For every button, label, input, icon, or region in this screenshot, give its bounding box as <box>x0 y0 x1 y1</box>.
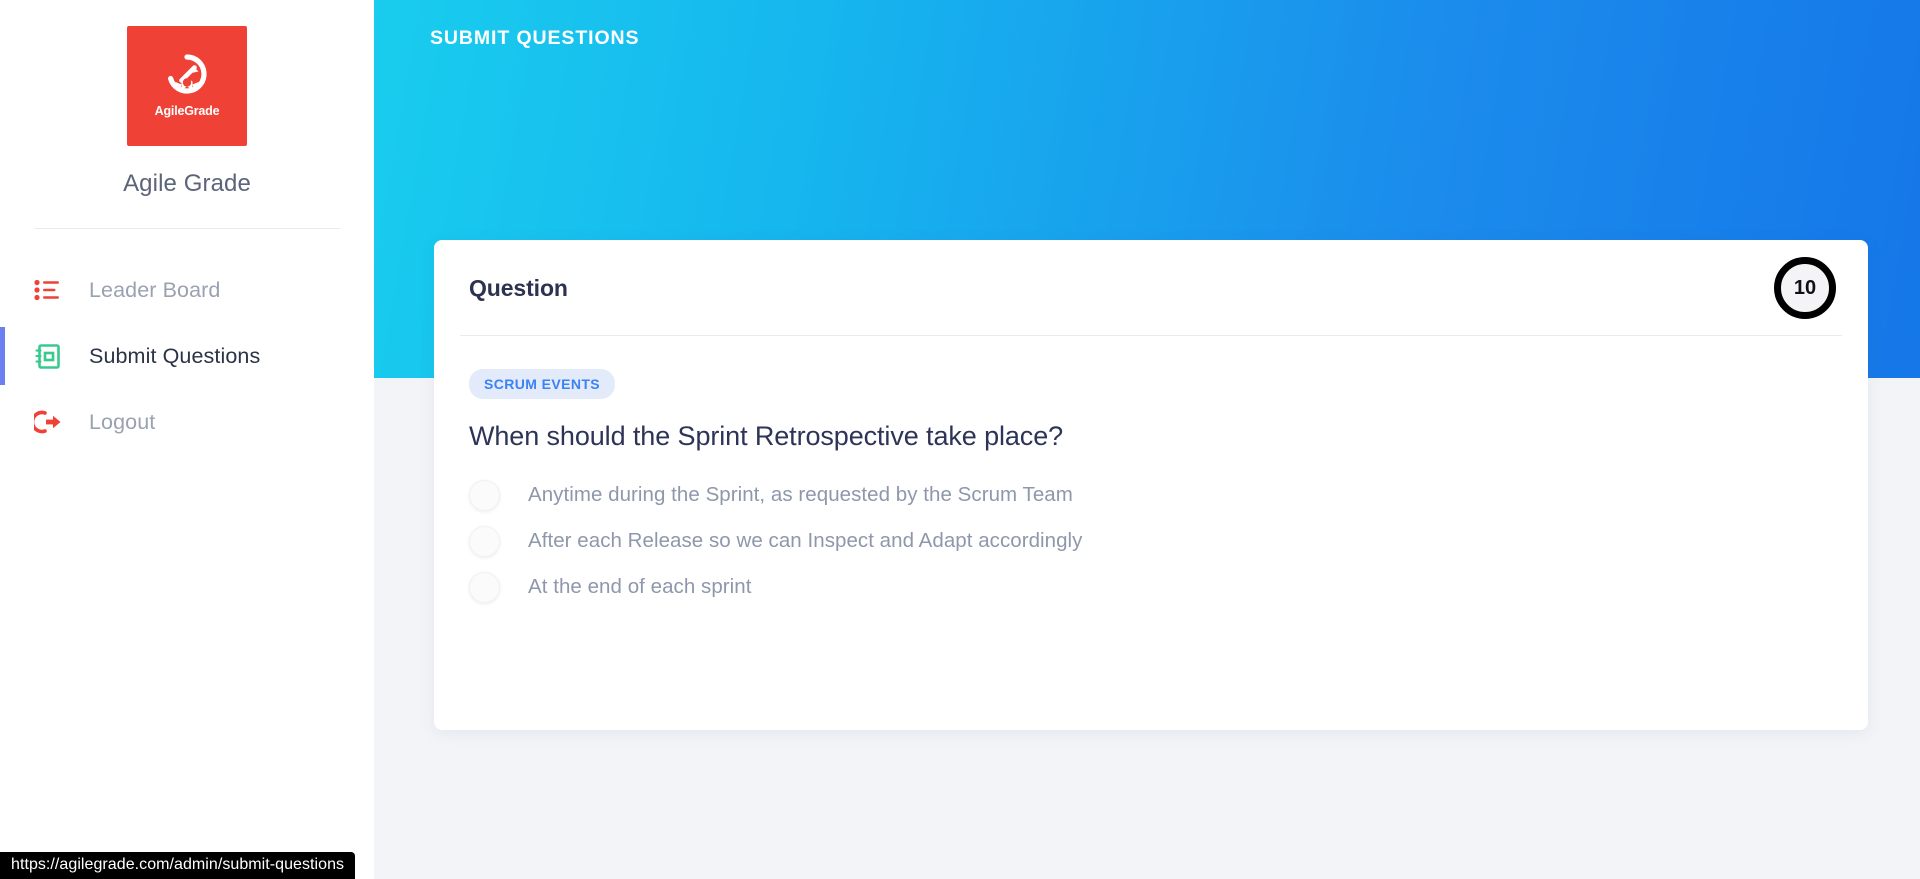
main-content: SUBMIT QUESTIONS Question 10 SCRUM EVENT… <box>374 0 1920 879</box>
sidebar-item-leader-board[interactable]: Leader Board <box>0 257 374 323</box>
question-counter-badge: 10 <box>1774 257 1836 319</box>
sidebar-item-label: Leader Board <box>89 277 221 302</box>
logout-icon <box>32 407 62 437</box>
category-tag: SCRUM EVENTS <box>469 369 616 399</box>
browser-status-bar-url: https://agilegrade.com/admin/submit-ques… <box>0 852 356 879</box>
answer-option[interactable]: Anytime during the Sprint, as requested … <box>469 472 1833 518</box>
notebook-icon <box>32 341 62 371</box>
radio-icon[interactable] <box>469 525 500 557</box>
sidebar-item-submit-questions[interactable]: Submit Questions <box>0 323 374 389</box>
sidebar-nav: Leader Board Submit Questions Logout <box>0 257 374 455</box>
sidebar-item-logout[interactable]: Logout <box>0 389 374 455</box>
page-title: SUBMIT QUESTIONS <box>430 27 640 49</box>
sidebar: AgileGrade Agile Grade Leader Board Subm… <box>0 0 374 879</box>
logo-wordmark: AgileGrade <box>154 104 220 119</box>
app-root: AgileGrade Agile Grade Leader Board Subm… <box>0 0 1920 879</box>
radio-icon[interactable] <box>469 479 500 511</box>
sidebar-item-label: Submit Questions <box>89 343 261 368</box>
question-card-body: SCRUM EVENTS When should the Sprint Retr… <box>434 336 1868 610</box>
answer-option-label: Anytime during the Sprint, as requested … <box>528 483 1073 506</box>
answer-option-label: After each Release so we can Inspect and… <box>528 529 1083 552</box>
question-card: Question 10 SCRUM EVENTS When should the… <box>434 240 1868 730</box>
list-icon <box>32 275 62 305</box>
agilegrade-medal-icon <box>168 54 207 94</box>
answer-options-list: Anytime during the Sprint, as requested … <box>469 472 1833 610</box>
radio-icon[interactable] <box>469 571 500 603</box>
brand-name: Agile Grade <box>123 170 251 197</box>
answer-option[interactable]: At the end of each sprint <box>469 564 1833 610</box>
sidebar-divider <box>34 228 340 229</box>
answer-option-label: At the end of each sprint <box>528 575 752 598</box>
brand-block: AgileGrade Agile Grade <box>0 26 374 198</box>
question-card-header: Question 10 <box>434 240 1868 336</box>
sidebar-item-label: Logout <box>89 409 156 434</box>
question-text: When should the Sprint Retrospective tak… <box>469 421 1064 451</box>
card-title: Question <box>469 274 568 301</box>
app-logo: AgileGrade <box>127 26 247 146</box>
answer-option[interactable]: After each Release so we can Inspect and… <box>469 518 1833 564</box>
